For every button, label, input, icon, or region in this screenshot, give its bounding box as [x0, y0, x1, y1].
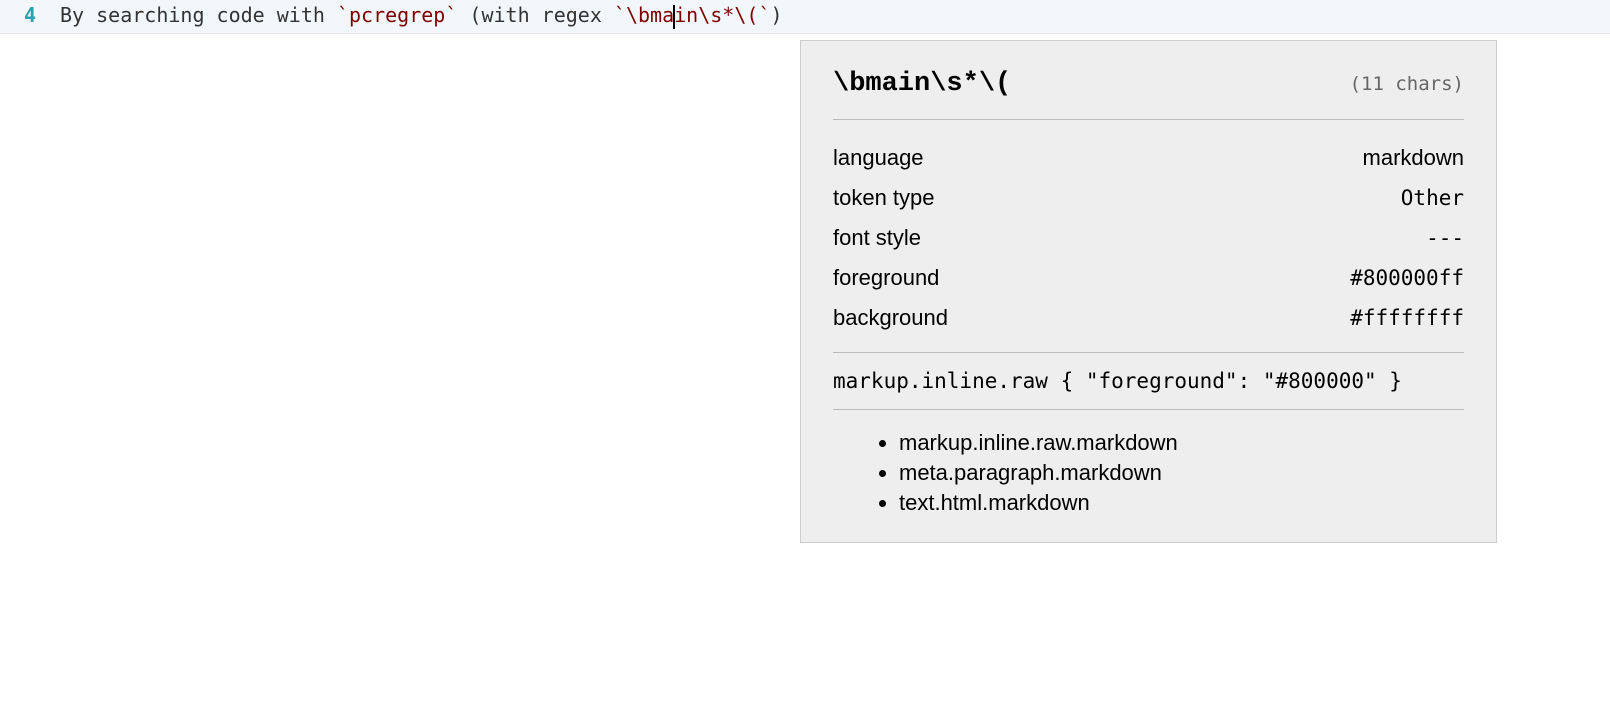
property-label: language [833, 145, 924, 171]
tooltip-header: \bmain\s*\( (11 chars) [833, 69, 1464, 120]
scope-item: meta.paragraph.markdown [899, 458, 1464, 488]
property-row: background #ffffffff [833, 298, 1464, 338]
inline-code-before-cursor: \bma [626, 3, 674, 27]
property-row: font style --- [833, 218, 1464, 258]
tooltip-token-text: \bmain\s*\( [833, 69, 1011, 99]
inline-code-after-cursor: in\s*\( [674, 3, 758, 27]
text-segment: (with regex [457, 3, 614, 27]
editor-line[interactable]: 4 By searching code with `pcregrep` (wit… [0, 0, 1610, 34]
token-inspector-tooltip: \bmain\s*\( (11 chars) language markdown t… [800, 40, 1497, 543]
backtick-close: ` [758, 3, 770, 27]
property-label: token type [833, 185, 935, 211]
property-value: Other [1401, 186, 1464, 210]
scope-item: markup.inline.raw.markdown [899, 428, 1464, 458]
line-number: 4 [0, 3, 60, 27]
text-segment: By searching code with [60, 3, 337, 27]
property-label: foreground [833, 265, 939, 291]
tooltip-theme-rule: markup.inline.raw { "foreground": "#8000… [833, 353, 1464, 410]
scope-item: text.html.markdown [899, 488, 1464, 518]
tooltip-scope-list: markup.inline.raw.markdownmeta.paragraph… [833, 410, 1464, 518]
tooltip-properties: language markdown token type Other font styl… [833, 120, 1464, 353]
text-cursor [673, 5, 675, 29]
backtick-open: ` [614, 3, 626, 27]
property-value: #ffffffff [1350, 306, 1464, 330]
property-label: font style [833, 225, 921, 251]
property-value: #800000ff [1350, 266, 1464, 290]
tooltip-char-count: (11 chars) [1350, 73, 1464, 95]
property-row: foreground #800000ff [833, 258, 1464, 298]
property-label: background [833, 305, 948, 331]
property-row: language markdown [833, 138, 1464, 178]
backtick-open: ` [337, 3, 349, 27]
property-value: markdown [1363, 145, 1464, 171]
text-segment: ) [770, 3, 782, 27]
inline-code: pcregrep [349, 3, 445, 27]
line-content[interactable]: By searching code with `pcregrep` (with … [60, 3, 783, 27]
property-row: token type Other [833, 178, 1464, 218]
property-value: --- [1426, 226, 1464, 250]
backtick-close: ` [445, 3, 457, 27]
